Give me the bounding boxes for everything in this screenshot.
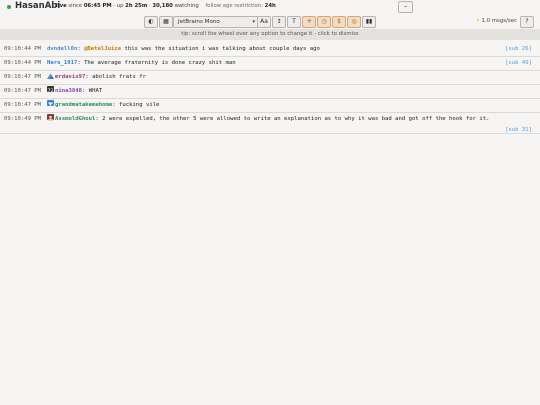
- message-username[interactable]: mrdavis97: [55, 74, 85, 80]
- clock-icon[interactable]: ◷: [317, 16, 331, 28]
- message-timestamp: 09:10:49 PM: [4, 116, 42, 122]
- sub-badge: [sub 49]: [505, 60, 532, 66]
- message-username[interactable]: dvndell0n: [47, 46, 77, 52]
- stream-header: HasanAbi live since 06:45 PM · up 2h 25m…: [0, 0, 540, 14]
- message-username[interactable]: grandmatakemehome: [55, 102, 112, 108]
- message-text: WHAT: [88, 88, 103, 94]
- chat-log: 09:10:44 PM dvndell0n: @BetelJuice this …: [0, 43, 540, 134]
- message-text: this was the situation i was talking abo…: [124, 46, 320, 52]
- vip-badge-icon: [47, 100, 54, 106]
- message-mention[interactable]: @BetelJuice: [84, 46, 121, 52]
- tip-banner[interactable]: tip: scroll the wheel over any option to…: [0, 29, 540, 40]
- follow-age-label: follow age restriction:: [205, 3, 263, 9]
- chat-message: 09:10:44 PM Hero_1917: The average frate…: [0, 57, 540, 71]
- svg-text:72: 72: [48, 88, 54, 93]
- message-username[interactable]: Hero_1917: [47, 60, 77, 66]
- asterisk-icon[interactable]: ✳: [302, 16, 316, 28]
- sub-badge: [sub 26]: [505, 46, 532, 52]
- message-text: 2 were expelled, the other 5 were allowe…: [102, 116, 490, 122]
- mountain-badge-icon: [47, 72, 54, 79]
- text-style-button[interactable]: T: [287, 16, 301, 28]
- font-select[interactable]: JetBrains Mono ▾: [173, 16, 259, 28]
- viewers-label: watching: [174, 3, 199, 9]
- chat-message: 09:10:49 PM AssmoldGhoul: 2 were expelle…: [0, 113, 540, 134]
- message-timestamp: 09:10:47 PM: [4, 74, 42, 80]
- message-username[interactable]: nina3848: [55, 88, 82, 94]
- lightning-icon: ⚡: [476, 18, 480, 24]
- dollar-icon[interactable]: $: [332, 16, 346, 28]
- theme-toggle-icon[interactable]: ◐: [144, 16, 158, 28]
- font-select-value: JetBrains Mono: [178, 19, 220, 25]
- message-text: abolish frats fr: [92, 74, 146, 80]
- line-height-button[interactable]: ↕: [272, 16, 286, 28]
- viewer-count: 30,180: [152, 3, 173, 9]
- toolbar: ◐ ▦ JetBrains Mono ▾ Aa ↕ T ✳ ◷ $ ◎ ▮▮ ⚡…: [0, 16, 540, 29]
- font-size-button[interactable]: Aa: [257, 16, 271, 28]
- live-indicator-icon: [7, 5, 11, 9]
- message-timestamp: 09:10:44 PM: [4, 60, 42, 66]
- message-timestamp: 09:10:47 PM: [4, 102, 42, 108]
- since-time: 06:45 PM: [83, 3, 112, 9]
- stream-info: live since 06:45 PM · up 2h 25m · 30,180…: [56, 3, 276, 9]
- collapse-button[interactable]: –: [398, 1, 413, 13]
- chat-message: 09:10:47 PM mrdavis97: abolish frats fr: [0, 71, 540, 85]
- message-text: The average fraternity is done crazy shi…: [84, 60, 236, 66]
- uptime: 2h 25m: [125, 3, 148, 9]
- chat-message: 09:10:47 PM grandmatakemehome: fucking v…: [0, 99, 540, 113]
- pause-icon[interactable]: ▮▮: [362, 16, 376, 28]
- follow-age-value: 24h: [264, 3, 276, 9]
- live-status: live: [56, 3, 67, 9]
- chat-message: 09:10:44 PM dvndell0n: @BetelJuice this …: [0, 43, 540, 57]
- chat-message: 09:10:47 PM 72 nina3848: WHAT: [0, 85, 540, 99]
- message-timestamp: 09:10:44 PM: [4, 46, 42, 52]
- layout-grid-icon[interactable]: ▦: [159, 16, 173, 28]
- message-timestamp: 09:10:47 PM: [4, 88, 42, 94]
- uptime-label: · up: [113, 3, 124, 9]
- message-rate: ⚡ 1.0 msgs/sec: [476, 18, 517, 24]
- chevron-down-icon: ▾: [252, 19, 255, 25]
- help-button[interactable]: ?: [520, 16, 534, 28]
- sub-badge: [sub 31]: [505, 127, 532, 133]
- target-icon[interactable]: ◎: [347, 16, 361, 28]
- message-text: fucking vile: [119, 102, 160, 108]
- avatar-badge-icon: [47, 114, 54, 121]
- message-username[interactable]: AssmoldGhoul: [55, 116, 95, 122]
- message-rate-value: 1.0 msgs/sec: [481, 18, 517, 24]
- channel-name: HasanAbi: [15, 1, 61, 11]
- prime-badge-icon: 72: [47, 86, 54, 94]
- since-label: since: [68, 3, 83, 9]
